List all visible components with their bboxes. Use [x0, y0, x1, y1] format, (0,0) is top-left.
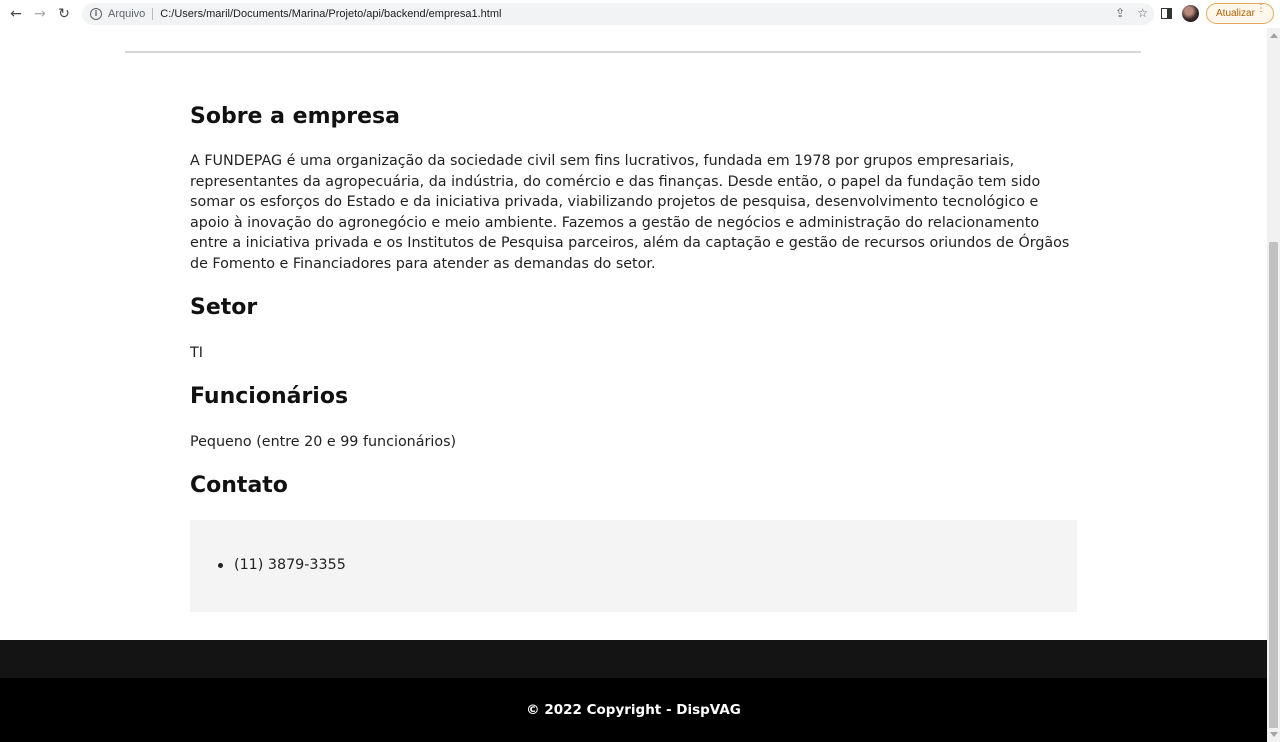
star-icon[interactable]: ☆	[1137, 6, 1148, 20]
menu-icon: ⋮	[1256, 3, 1266, 14]
list-item: (11) 3879-3355	[218, 557, 346, 573]
forward-button[interactable]: →	[28, 2, 52, 26]
side-panel-icon[interactable]	[1161, 8, 1172, 19]
scroll-up-icon[interactable]	[1270, 33, 1278, 38]
address-separator	[152, 8, 154, 20]
contact-phone: (11) 3879-3355	[234, 557, 346, 573]
scheme-label: Arquivo	[108, 8, 146, 20]
employees-value: Pequeno (entre 20 e 99 funcionários)	[190, 434, 457, 450]
divider	[125, 51, 1141, 53]
contact-list: (11) 3879-3355	[218, 557, 346, 573]
reload-button[interactable]: ↻	[52, 2, 76, 26]
scrollbar-thumb[interactable]	[1269, 242, 1278, 728]
footer: © 2022 Copyright - DispVAG	[0, 678, 1267, 742]
update-button-label: Atualizar	[1216, 8, 1255, 19]
url-text[interactable]: C:/Users/maril/Documents/Marina/Projeto/…	[160, 8, 501, 20]
info-icon[interactable]: i	[90, 8, 102, 20]
avatar[interactable]	[1182, 5, 1199, 22]
bullet-icon	[218, 562, 223, 568]
about-text: A FUNDEPAG é uma organização da sociedad…	[190, 153, 1070, 272]
browser-toolbar: ← → ↻ i Arquivo C:/Users/maril/Documents…	[0, 0, 1280, 28]
footer-copyright: © 2022 Copyright - DispVAG	[526, 702, 741, 718]
sector-value: TI	[190, 345, 203, 361]
scroll-down-icon[interactable]	[1270, 732, 1278, 737]
about-heading: Sobre a empresa	[190, 104, 400, 129]
sector-heading: Setor	[190, 295, 258, 320]
update-button[interactable]: Atualizar ⋮	[1206, 3, 1274, 24]
back-button[interactable]: ←	[4, 2, 28, 26]
employees-heading: Funcionários	[190, 384, 349, 409]
contact-heading: Contato	[190, 473, 288, 498]
share-icon[interactable]: ⇪	[1115, 6, 1125, 20]
page-viewport: Sobre a empresa A FUNDEPAG é uma organiz…	[0, 28, 1267, 742]
address-bar[interactable]: i Arquivo C:/Users/maril/Documents/Marin…	[82, 3, 1154, 25]
contact-box: (11) 3879-3355	[190, 520, 1077, 612]
footer-top-band	[0, 640, 1267, 678]
address-bar-actions: ⇪ ☆	[1115, 6, 1148, 20]
vertical-scrollbar[interactable]	[1267, 28, 1280, 742]
